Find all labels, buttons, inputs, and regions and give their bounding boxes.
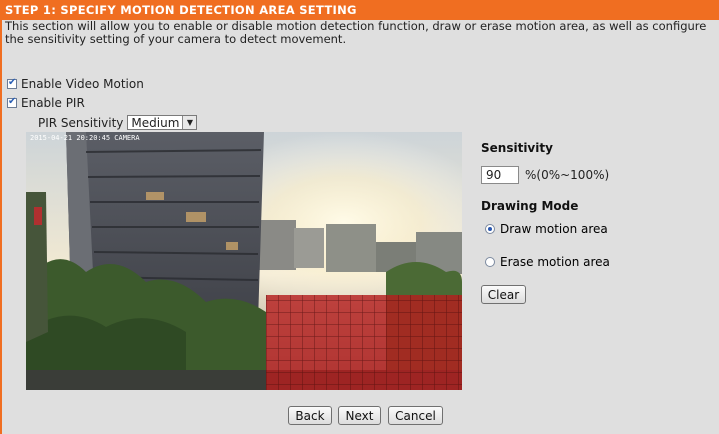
- checkmark-icon: ✔: [8, 96, 17, 107]
- enable-pir-checkbox[interactable]: ✔: [7, 96, 17, 108]
- clear-button[interactable]: Clear: [481, 285, 526, 304]
- camera-image: 2015-04-21 20:20:45 CAMERA: [26, 132, 462, 390]
- video-preview[interactable]: 2015-04-21 20:20:45 CAMERA: [26, 132, 462, 390]
- next-button[interactable]: Next: [338, 406, 381, 425]
- sensitivity-row: 90 %(0%~100%): [481, 166, 609, 184]
- sensitivity-label: Sensitivity: [481, 141, 553, 155]
- sensitivity-range-label: %(0%~100%): [525, 168, 610, 182]
- cancel-button[interactable]: Cancel: [388, 406, 443, 425]
- radio-selected-icon: [488, 227, 492, 231]
- erase-motion-area-radio[interactable]: [485, 257, 495, 267]
- enable-pir-row[interactable]: ✔ Enable PIR: [7, 96, 85, 110]
- erase-motion-area-label: Erase motion area: [500, 255, 610, 269]
- pir-sensitivity-select[interactable]: Medium ▼: [127, 115, 198, 130]
- enable-video-motion-label: Enable Video Motion: [21, 77, 144, 91]
- enable-video-motion-checkbox[interactable]: ✔: [7, 77, 17, 89]
- enable-pir-label: Enable PIR: [21, 96, 85, 110]
- sensitivity-title: Sensitivity: [481, 141, 553, 155]
- description-text: This section will allow you to enable or…: [5, 19, 707, 46]
- back-button[interactable]: Back: [288, 406, 332, 425]
- section-header: STEP 1: SPECIFY MOTION DETECTION AREA SE…: [0, 0, 719, 20]
- drawing-mode-label: Drawing Mode: [481, 199, 579, 213]
- draw-motion-area-option[interactable]: Draw motion area: [485, 222, 608, 236]
- draw-motion-area-label: Draw motion area: [500, 222, 608, 236]
- timestamp-overlay: 2015-04-21 20:20:45 CAMERA: [30, 134, 140, 142]
- pir-sensitivity-row: PIR Sensitivity Medium ▼: [38, 115, 198, 130]
- section-title: STEP 1: SPECIFY MOTION DETECTION AREA SE…: [5, 3, 357, 17]
- enable-video-motion-row[interactable]: ✔ Enable Video Motion: [7, 77, 144, 91]
- pir-sensitivity-label: PIR Sensitivity: [38, 115, 124, 130]
- pir-sensitivity-value: Medium: [131, 115, 180, 130]
- dropdown-arrow-icon[interactable]: ▼: [182, 116, 197, 129]
- checkmark-icon: ✔: [8, 77, 17, 88]
- sensitivity-input[interactable]: 90: [481, 166, 519, 184]
- draw-motion-area-radio[interactable]: [485, 224, 495, 234]
- drawing-mode-title: Drawing Mode: [481, 195, 578, 214]
- erase-motion-area-option[interactable]: Erase motion area: [485, 255, 610, 269]
- panel-left-border: [0, 20, 2, 434]
